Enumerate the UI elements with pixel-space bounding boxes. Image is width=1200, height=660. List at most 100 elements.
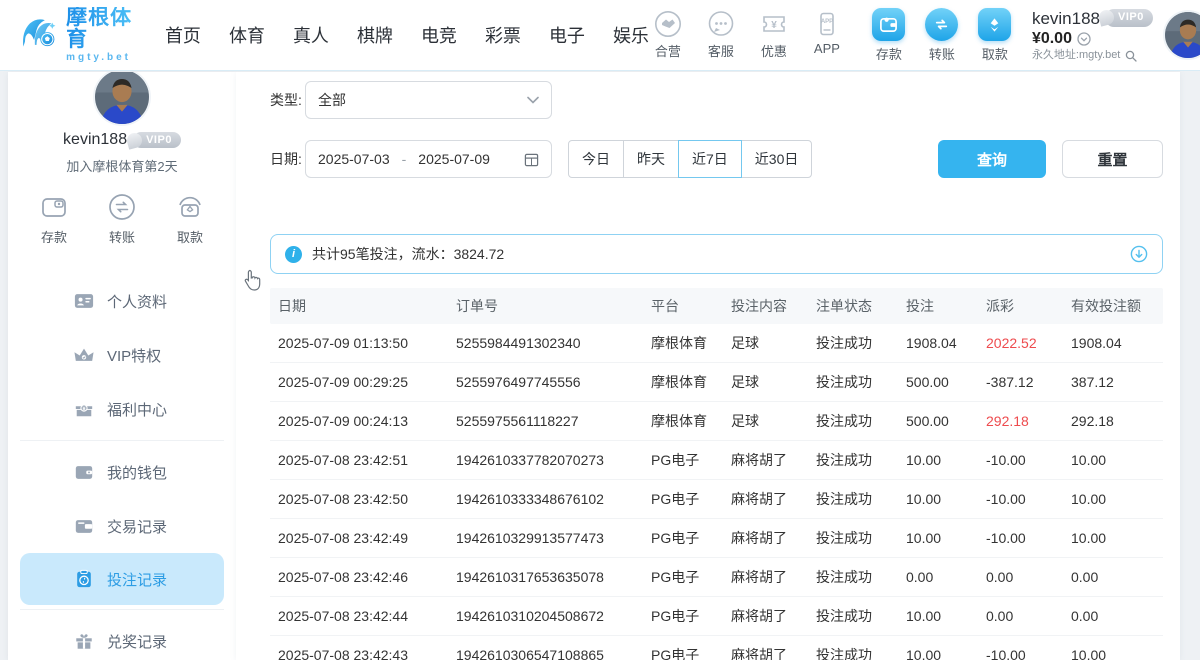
cell-order-number: 1942610310204508672 [448, 608, 643, 624]
user-avatar[interactable] [1165, 12, 1200, 58]
cell-platform: PG电子 [643, 489, 723, 509]
sidebar-transfer-label: 转账 [109, 227, 135, 246]
cell-bet-content: 麻将胡了 [723, 450, 808, 470]
cell-bet-content: 足球 [723, 372, 808, 392]
sidebar-item-label: 兑奖记录 [107, 631, 167, 652]
cell-date: 2025-07-09 01:13:50 [270, 335, 448, 351]
cell-order-number: 1942610329913577473 [448, 530, 643, 546]
cell-valid-amount: 10.00 [1063, 452, 1163, 468]
cell-valid-amount: 0.00 [1063, 608, 1163, 624]
withdraw-button[interactable]: 取款 [976, 8, 1014, 63]
sidebar-item-transactions[interactable]: 交易记录 [8, 499, 236, 553]
sidebar-deposit-button[interactable]: 存款 [31, 191, 77, 246]
handshake-icon [654, 10, 682, 38]
nav-item-6[interactable]: 电子 [549, 22, 585, 48]
table-row[interactable]: 2025-07-09 01:13:505255984491302340摩根体育足… [270, 324, 1163, 363]
app-link[interactable]: APP APP [808, 10, 846, 60]
deposit-label: 存款 [876, 44, 902, 63]
sidebar-user-row: kevin188 VIP0 [8, 131, 236, 149]
sidebar-item-welfare[interactable]: ¥福利中心 [8, 382, 236, 436]
cell-platform: PG电子 [643, 528, 723, 548]
cell-payout: 2022.52 [978, 335, 1063, 351]
nav-item-7[interactable]: 娱乐 [613, 22, 649, 48]
nav-item-3[interactable]: 棋牌 [357, 22, 393, 48]
cell-date: 2025-07-09 00:29:25 [270, 374, 448, 390]
table-row[interactable]: 2025-07-08 23:42:501942610333348676102PG… [270, 480, 1163, 519]
range-button-3[interactable]: 近30日 [741, 140, 813, 178]
nav-item-5[interactable]: 彩票 [485, 22, 521, 48]
sidebar-withdraw-button[interactable]: 取款 [167, 191, 213, 246]
deposit-button[interactable]: 存款 [870, 8, 908, 63]
table-row[interactable]: 2025-07-09 00:24:135255975561118227摩根体育足… [270, 402, 1163, 441]
transactions-icon [74, 516, 94, 536]
range-button-1[interactable]: 昨天 [623, 140, 679, 178]
nav-item-2[interactable]: 真人 [293, 22, 329, 48]
cell-bet-amount: 500.00 [898, 413, 978, 429]
service-link[interactable]: 客服 [702, 10, 740, 60]
cell-order-number: 1942610337782070273 [448, 452, 643, 468]
sidebar-avatar[interactable] [95, 72, 149, 124]
table-row[interactable]: 2025-07-08 23:42:441942610310204508672PG… [270, 597, 1163, 636]
cell-order-number: 5255975561118227 [448, 413, 643, 429]
transfer-button[interactable]: 转账 [923, 8, 961, 63]
range-button-2[interactable]: 近7日 [678, 140, 742, 178]
cell-bet-content: 足球 [723, 411, 808, 431]
cell-platform: 摩根体育 [643, 411, 723, 431]
cell-bet-content: 麻将胡了 [723, 606, 808, 626]
sidebar-item-crown[interactable]: VIP特权 [8, 328, 236, 382]
top-navbar: 摩根体育 mgty.bet 首页 体育 真人 棋牌 电竞 彩票 电子 娱乐 合营 [0, 0, 1200, 71]
sidebar-item-id-card[interactable]: 个人资料 [8, 274, 236, 328]
date-range-input[interactable]: 2025-07-03 - 2025-07-09 [305, 140, 552, 178]
search-button[interactable]: 查询 [938, 140, 1046, 178]
cell-bet-amount: 0.00 [898, 569, 978, 585]
deposit-outline-icon [38, 191, 70, 223]
cell-valid-amount: 10.00 [1063, 530, 1163, 546]
sidebar-menu: 个人资料VIP特权¥福利中心我的钱包交易记录投注记录兑奖记录 [8, 274, 236, 660]
cell-status: 投注成功 [808, 411, 898, 431]
sidebar-avatar-image [95, 72, 149, 124]
summary-text: 共计95笔投注，流水：3824.72 [312, 244, 504, 264]
cell-platform: PG电子 [643, 450, 723, 470]
sidebar-vip-badge: VIP0 [133, 132, 181, 148]
cell-order-number: 1942610333348676102 [448, 491, 643, 507]
cell-payout: -10.00 [978, 647, 1063, 660]
cell-bet-content: 足球 [723, 333, 808, 353]
nav-item-4[interactable]: 电竞 [421, 22, 457, 48]
cell-payout: -10.00 [978, 530, 1063, 546]
sidebar-item-bet-records[interactable]: 投注记录 [20, 553, 224, 605]
balance-amount: ¥0.00 [1032, 29, 1072, 49]
cell-payout: -10.00 [978, 491, 1063, 507]
brand-logo[interactable]: 摩根体育 mgty.bet [20, 7, 139, 64]
cell-platform: PG电子 [643, 567, 723, 587]
cell-order-number: 1942610317653635078 [448, 569, 643, 585]
calendar-icon [524, 152, 539, 167]
cell-order-number: 1942610306547108865 [448, 647, 643, 660]
table-row[interactable]: 2025-07-08 23:42:461942610317653635078PG… [270, 558, 1163, 597]
range-button-0[interactable]: 今日 [568, 140, 624, 178]
nav-item-1[interactable]: 体育 [229, 22, 265, 48]
table-row[interactable]: 2025-07-08 23:42:491942610329913577473PG… [270, 519, 1163, 558]
sidebar-item-redeem[interactable]: 兑奖记录 [8, 614, 236, 660]
info-icon: i [285, 246, 302, 263]
partner-link[interactable]: 合营 [649, 10, 687, 60]
balance-refresh-icon[interactable] [1077, 32, 1091, 46]
sidebar-item-wallet[interactable]: 我的钱包 [8, 445, 236, 499]
reset-button[interactable]: 重置 [1062, 140, 1163, 178]
service-chat-icon [707, 10, 735, 38]
promo-link[interactable]: ¥ 优惠 [755, 10, 793, 60]
partner-label: 合营 [655, 41, 681, 60]
table-row[interactable]: 2025-07-08 23:42:511942610337782070273PG… [270, 441, 1163, 480]
promo-label: 优惠 [761, 41, 787, 60]
sidebar-transfer-button[interactable]: 转账 [99, 191, 145, 246]
column-header-7: 有效投注额 [1063, 296, 1163, 316]
nav-item-0[interactable]: 首页 [165, 22, 201, 48]
type-select[interactable]: 全部 [305, 81, 552, 119]
user-block: kevin188 VIP0 ¥0.00 永久地址:mgty.bet [1032, 8, 1153, 63]
table-row[interactable]: 2025-07-09 00:29:255255976497745556摩根体育足… [270, 363, 1163, 402]
expand-button[interactable] [1130, 245, 1148, 263]
table-row[interactable]: 2025-07-08 23:42:431942610306547108865PG… [270, 636, 1163, 660]
withdraw-label: 取款 [982, 44, 1008, 63]
cell-date: 2025-07-08 23:42:51 [270, 452, 448, 468]
wallet-actions: 存款 转账 取款 [870, 8, 1014, 63]
search-icon[interactable] [1125, 50, 1137, 62]
